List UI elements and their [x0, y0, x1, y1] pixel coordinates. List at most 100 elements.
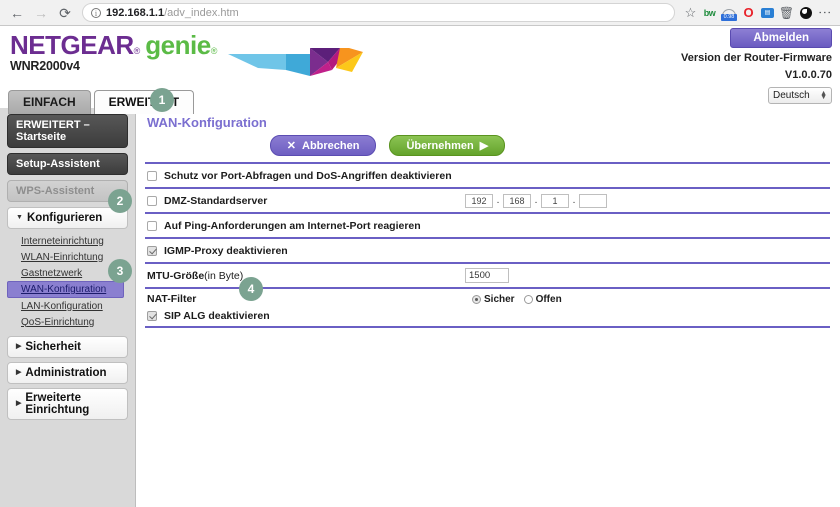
chevron-right-icon: ▶	[16, 343, 22, 350]
dmz-ip-octet-2[interactable]: 168	[503, 193, 531, 208]
opera-icon[interactable]: O	[741, 5, 756, 20]
netgear-reg-icon: ®	[133, 46, 141, 56]
chevron-right-icon: ▶	[16, 400, 22, 407]
nat-option-sicher[interactable]: Sicher	[472, 294, 515, 305]
tab-einfach[interactable]: EINFACH	[8, 90, 91, 114]
sidebar-group-label-sicherheit: Sicherheit	[25, 341, 81, 353]
sidebar-group-label: Konfigurieren	[26, 212, 103, 224]
igmp-checkbox[interactable]	[147, 245, 157, 256]
sidebar-group-administration[interactable]: ▶ Administration	[7, 362, 128, 384]
cancel-button-label: Abbrechen	[302, 139, 360, 152]
url-host: 192.168.1.1	[106, 6, 165, 19]
address-bar-text: 192.168.1.1/adv_index.htm	[106, 7, 239, 19]
sip-alg-label: SIP ALG deaktivieren	[164, 310, 270, 322]
sidebar-item-qos[interactable]: QoS-Einrichtung	[7, 314, 128, 330]
advanced-line-2: Einrichtung	[25, 404, 90, 416]
cancel-button[interactable]: ✕ Abbrechen	[269, 135, 377, 156]
annotation-badge-1: 1	[150, 88, 174, 112]
ping-checkbox[interactable]	[147, 220, 157, 231]
sidebar-sublinks: Interneteinrichtung WLAN-Einrichtung Gas…	[7, 233, 128, 330]
extension-icons: ☆ bw 0.98 O ▤ 🗑 ⋮	[683, 5, 834, 21]
row-dmz[interactable]: DMZ-Standardserver 192 . 168 . 1 .	[145, 189, 830, 212]
address-bar[interactable]: i 192.168.1.1/adv_index.htm	[82, 3, 675, 22]
nat-sicher-label: Sicher	[484, 293, 515, 305]
brand-logo: NETGEAR ® genie ® WNR2000v4	[10, 30, 217, 73]
apply-button[interactable]: Übernehmen ▶	[389, 135, 506, 156]
reload-button[interactable]: ⟳	[54, 2, 76, 24]
nat-sicher-radio[interactable]	[472, 294, 481, 304]
port-scan-checkbox[interactable]	[147, 170, 157, 181]
chevron-down-icon: ▼	[16, 214, 23, 221]
nat-filter-label: NAT-Filter	[147, 293, 197, 305]
url-path: /adv_index.htm	[164, 6, 239, 19]
genie-reg-icon: ®	[210, 46, 218, 56]
mtu-label-bold: MTU-Größe	[147, 269, 205, 282]
sidebar-item-internet[interactable]: Interneteinrichtung	[7, 233, 128, 249]
row-sip-alg[interactable]: SIP ALG deaktivieren	[147, 310, 828, 322]
igmp-label: IGMP-Proxy deaktivieren	[164, 244, 288, 257]
dmz-label: DMZ-Standardserver	[164, 194, 268, 207]
sidebar-group-sicherheit[interactable]: ▶ Sicherheit	[7, 336, 128, 358]
main-content: WAN-Konfiguration ✕ Abbrechen Übernehmen…	[137, 108, 840, 507]
mtu-label-unit: (in Byte)	[204, 269, 244, 282]
router-model: WNR2000v4	[10, 59, 80, 73]
trash-icon[interactable]: 🗑	[779, 5, 794, 20]
advanced-line-1: Erweiterte	[25, 392, 81, 404]
header-right: Abmelden Version der Router-Firmware V1.…	[681, 28, 832, 104]
ip-separator: .	[572, 195, 576, 206]
annotation-badge-3: 3	[108, 259, 132, 283]
annotation-badge-2: 2	[108, 189, 132, 213]
chevron-right-icon: ▶	[16, 369, 22, 376]
mtu-input[interactable]: 1500	[465, 268, 509, 283]
sidebar: ERWEITERT – Startseite Setup-Assistent W…	[0, 108, 136, 507]
firmware-version: V1.0.0.70	[784, 69, 832, 81]
nat-offen-radio[interactable]	[523, 294, 533, 304]
sidebar-group-label-erweiterte: Erweiterte Einrichtung	[25, 392, 89, 416]
firmware-label: Version der Router-Firmware	[681, 52, 832, 64]
nat-offen-label: Offen	[535, 293, 562, 305]
language-value: Deutsch	[773, 90, 810, 101]
sidebar-group-erweiterte-einrichtung[interactable]: ▶ Erweiterte Einrichtung	[7, 388, 128, 420]
close-icon: ✕	[286, 140, 297, 152]
sip-alg-checkbox[interactable]	[147, 311, 157, 321]
sidebar-item-lan-konfiguration[interactable]: LAN-Konfiguration	[7, 298, 128, 314]
forward-button[interactable]: →	[30, 2, 52, 24]
ip-separator: .	[496, 195, 500, 206]
chrome-menu-icon[interactable]: ⋮	[817, 5, 833, 20]
row-ping[interactable]: Auf Ping-Anforderungen am Internet-Port …	[145, 214, 830, 237]
browser-toolbar: ← → ⟳ i 192.168.1.1/adv_index.htm ☆ bw 0…	[0, 0, 840, 26]
logout-button[interactable]: Abmelden	[730, 28, 832, 48]
dmz-ip-group: 192 . 168 . 1 .	[465, 193, 607, 208]
sidebar-item-home[interactable]: ERWEITERT – Startseite	[7, 114, 128, 148]
page-title: WAN-Konfiguration	[147, 115, 267, 130]
bitwarden-icon[interactable]: bw	[702, 5, 717, 20]
row-igmp[interactable]: IGMP-Proxy deaktivieren	[145, 239, 830, 262]
blue-extension-icon[interactable]: ▤	[760, 5, 775, 20]
nat-filter-radio-group: Sicher Offen	[472, 294, 562, 305]
dmz-ip-octet-4[interactable]	[579, 193, 607, 208]
sidebar-item-setup-wizard[interactable]: Setup-Assistent	[7, 153, 128, 175]
tab-erweitert[interactable]: ERWEITERT	[93, 90, 195, 114]
site-info-icon[interactable]: i	[91, 7, 101, 18]
row-port-scan[interactable]: Schutz vor Port-Abfragen und DoS-Angriff…	[145, 164, 830, 187]
port-scan-label: Schutz vor Port-Abfragen und DoS-Angriff…	[164, 169, 452, 182]
dmz-checkbox[interactable]	[147, 195, 157, 206]
action-button-row: ✕ Abbrechen Übernehmen ▶	[145, 135, 830, 156]
speed-meter-icon[interactable]: 0.98	[721, 5, 737, 21]
divider	[145, 326, 830, 328]
dmz-ip-octet-1[interactable]: 192	[465, 193, 493, 208]
genie-prism-logo-icon	[228, 48, 363, 76]
sidebar-item-wan-konfiguration[interactable]: WAN-Konfiguration	[7, 281, 124, 298]
dmz-ip-octet-3[interactable]: 1	[541, 193, 569, 208]
dark-sphere-icon[interactable]	[798, 5, 813, 20]
nat-option-offen[interactable]: Offen	[523, 293, 562, 305]
page-header: NETGEAR ® genie ® WNR2000v4 Abmelden Versi…	[0, 26, 840, 104]
annotation-badge-4: 4	[239, 277, 263, 301]
language-select[interactable]: Deutsch ▲ ▼	[768, 87, 832, 104]
genie-wordmark: genie	[145, 30, 211, 60]
back-button[interactable]: ←	[6, 2, 28, 24]
stepper-arrows-icon: ▲ ▼	[820, 89, 827, 101]
sidebar-group-konfigurieren[interactable]: ▼ Konfigurieren	[7, 207, 128, 229]
bookmark-star-icon[interactable]: ☆	[683, 5, 698, 20]
router-admin-page: NETGEAR ® genie ® WNR2000v4 Abmelden Versi…	[0, 26, 840, 507]
